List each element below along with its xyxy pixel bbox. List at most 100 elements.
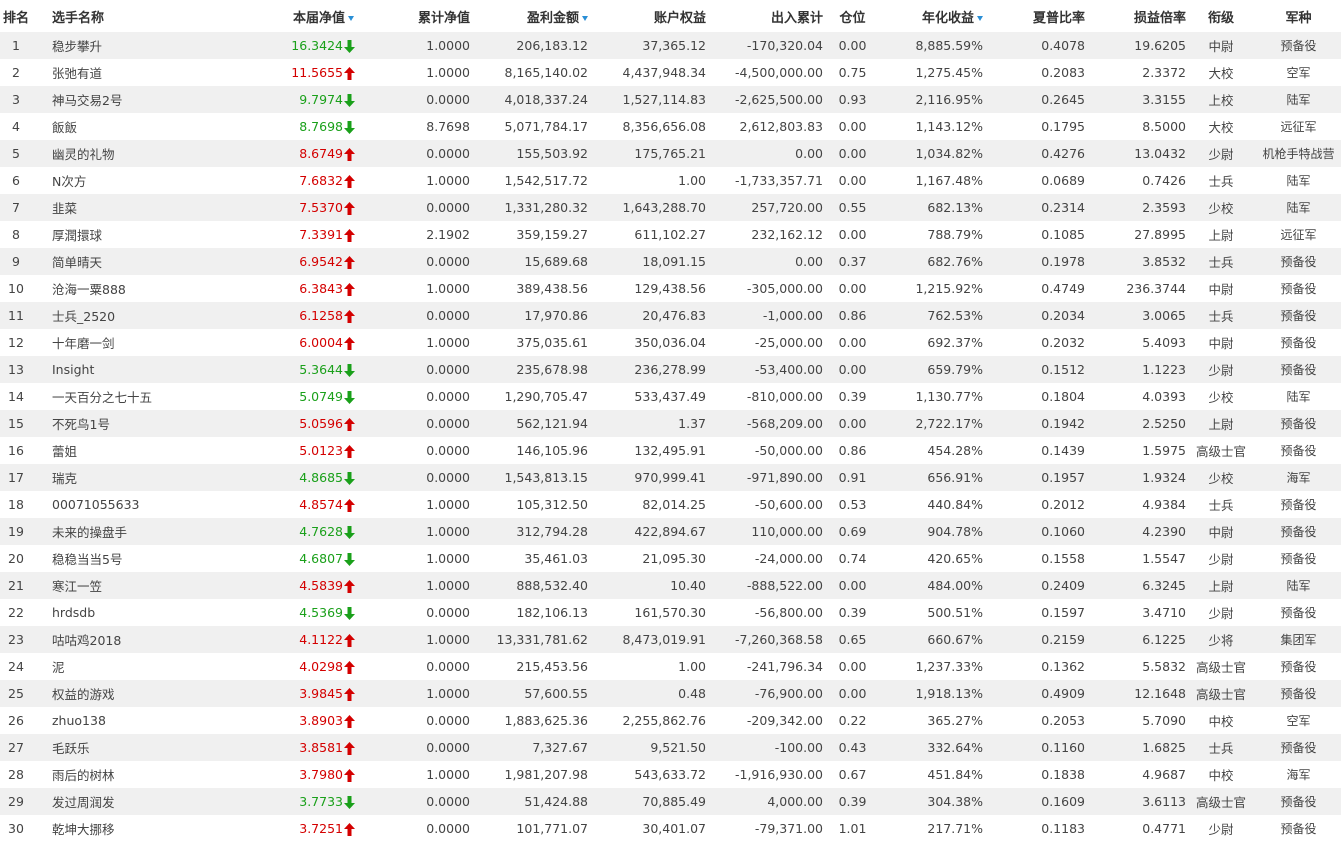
sort-desc-icon[interactable]	[977, 15, 983, 21]
table-row[interactable]: 16 蕾姐 5.0123 0.0000 146,105.96 132,495.91 -50,…	[0, 437, 1341, 464]
branch-cell: 预备役	[1280, 741, 1317, 755]
rank-cell: 25	[8, 686, 24, 701]
profit-cell: 1,331,280.32	[504, 200, 589, 215]
table-row[interactable]: 21 寒江一笠 4.5839 1.0000 888,532.40 10.40 -888,52…	[0, 572, 1341, 599]
weekly-nav-cell: 4.7628	[240, 518, 364, 545]
equity-cell: 132,495.91	[634, 443, 706, 458]
player-name-cell[interactable]: 稳步攀升	[32, 32, 240, 59]
table-row[interactable]: 5 幽灵的礼物 8.6749 0.0000 155,503.92 175,765.21 0.…	[0, 140, 1341, 167]
sharpe-cell: 0.2159	[1041, 632, 1085, 647]
player-name-cell[interactable]: 瑞克	[32, 464, 240, 491]
player-name-cell[interactable]: 00071055633	[32, 491, 240, 518]
table-row[interactable]: 19 未来的操盘手 4.7628 1.0000 312,794.28 422,894.67…	[0, 518, 1341, 545]
table-row[interactable]: 23 咕咕鸡2018 4.1122 1.0000 13,331,781.62 8,473,…	[0, 626, 1341, 653]
table-row[interactable]: 3 神马交易2号 9.7974 0.0000 4,018,337.24 1,527,114…	[0, 86, 1341, 113]
table-row[interactable]: 10 沧海一粟888 6.3843 1.0000 389,438.56 129,438.5…	[0, 275, 1341, 302]
pl-ratio-cell: 4.0393	[1142, 389, 1186, 404]
table-row[interactable]: 2 张弛有道 11.5655 1.0000 8,165,140.02 4,437,948.…	[0, 59, 1341, 86]
player-name-cell[interactable]: 乾坤大挪移	[32, 815, 240, 842]
table-row[interactable]: 9 简单晴天 6.9542 0.0000 15,689.68 18,091.15 0.00 0…	[0, 248, 1341, 275]
equity-cell: 533,437.49	[634, 389, 706, 404]
player-name-cell[interactable]: 雨后的树林	[32, 761, 240, 788]
player-name-cell[interactable]: 咕咕鸡2018	[32, 626, 240, 653]
table-row[interactable]: 11 士兵_2520 6.1258 0.0000 17,970.86 20,476.83 -…	[0, 302, 1341, 329]
table-row[interactable]: 26 zhuo138 3.8903 0.0000 1,883,625.36 2,255,8…	[0, 707, 1341, 734]
rank-title-cell: 士兵	[1208, 498, 1234, 513]
player-name-cell[interactable]: 沧海一粟888	[32, 275, 240, 302]
player-name-cell[interactable]: 泥	[32, 653, 240, 680]
player-name-cell[interactable]: Insight	[32, 356, 240, 383]
table-row[interactable]: 6 N次方 7.6832 1.0000 1,542,517.72 1.00 -1,733,3…	[0, 167, 1341, 194]
player-name-cell[interactable]: 幽灵的礼物	[32, 140, 240, 167]
player-name-cell[interactable]: hrdsdb	[32, 599, 240, 626]
header-position: 仓位	[839, 10, 866, 26]
player-name-cell[interactable]: 韭菜	[32, 194, 240, 221]
sort-desc-icon[interactable]	[582, 15, 588, 21]
pl-ratio-cell: 3.6113	[1142, 794, 1186, 809]
equity-cell: 4,437,948.34	[622, 65, 707, 80]
cumulative-nav-cell: 0.0000	[426, 308, 470, 323]
table-row[interactable]: 13 Insight 5.3644 0.0000 235,678.98 236,278.9…	[0, 356, 1341, 383]
player-name-cell[interactable]: 蕾姐	[32, 437, 240, 464]
table-row[interactable]: 28 雨后的树林 3.7980 1.0000 1,981,207.98 543,633.7…	[0, 761, 1341, 788]
in-out-cell: -79,371.00	[754, 821, 823, 836]
arrow-up-icon	[344, 742, 356, 755]
weekly-nav-value: 4.7628	[299, 524, 343, 539]
player-name-cell[interactable]: 发过周润发	[32, 788, 240, 815]
sort-desc-icon[interactable]	[348, 15, 354, 21]
weekly-nav-value: 3.8581	[299, 740, 343, 755]
in-out-cell: -568,209.00	[746, 416, 823, 431]
player-name-cell[interactable]: 十年磨一剑	[32, 329, 240, 356]
in-out-cell: -170,320.04	[746, 38, 823, 53]
header-weekly-nav[interactable]: 本届净值	[240, 0, 364, 32]
table-row[interactable]: 8 厚潤擐球 7.3391 2.1902 359,159.27 611,102.27 232…	[0, 221, 1341, 248]
header-annual-return[interactable]: 年化收益	[882, 0, 983, 32]
header-profit[interactable]: 盈利金额	[470, 0, 588, 32]
table-row[interactable]: 20 稳稳当当5号 4.6807 1.0000 35,461.03 21,095.30 -2…	[0, 545, 1341, 572]
player-name-cell[interactable]: 权益的游戏	[32, 680, 240, 707]
player-name-cell[interactable]: N次方	[32, 167, 240, 194]
player-name-cell[interactable]: 飯飯	[32, 113, 240, 140]
player-name-cell[interactable]: 厚潤擐球	[32, 221, 240, 248]
table-row[interactable]: 1 稳步攀升 16.3424 1.0000 206,183.12 37,365.12 -17…	[0, 32, 1341, 59]
position-cell: 0.22	[838, 713, 867, 728]
profit-cell: 312,794.28	[516, 524, 588, 539]
cumulative-nav-cell: 0.0000	[426, 740, 470, 755]
equity-cell: 30,401.07	[642, 821, 706, 836]
table-row[interactable]: 30 乾坤大挪移 3.7251 0.0000 101,771.07 30,401.07 -7…	[0, 815, 1341, 842]
sharpe-cell: 0.4078	[1041, 38, 1085, 53]
player-name-cell[interactable]: 稳稳当当5号	[32, 545, 240, 572]
player-name-cell[interactable]: 未来的操盘手	[32, 518, 240, 545]
position-cell: 0.67	[838, 767, 867, 782]
table-row[interactable]: 17 瑞克 4.8685 0.0000 1,543,813.15 970,999.41 -9…	[0, 464, 1341, 491]
weekly-nav-cell: 6.3843	[240, 275, 364, 302]
table-row[interactable]: 14 一天百分之七十五 5.0749 0.0000 1,290,705.47 533,43…	[0, 383, 1341, 410]
table-row[interactable]: 27 毛跃乐 3.8581 0.0000 7,327.67 9,521.50 -100.00…	[0, 734, 1341, 761]
table-row[interactable]: 18 00071055633 4.8574 1.0000 105,312.50 82,01…	[0, 491, 1341, 518]
player-name-cell[interactable]: 士兵_2520	[32, 302, 240, 329]
player-name-cell[interactable]: 简单晴天	[32, 248, 240, 275]
table-row[interactable]: 7 韭菜 7.5370 0.0000 1,331,280.32 1,643,288.70 2…	[0, 194, 1341, 221]
table-row[interactable]: 22 hrdsdb 4.5369 0.0000 182,106.13 161,570.30…	[0, 599, 1341, 626]
branch-cell: 陆军	[1286, 174, 1311, 188]
player-name-cell[interactable]: 张弛有道	[32, 59, 240, 86]
table-row[interactable]: 4 飯飯 8.7698 8.7698 5,071,784.17 8,356,656.08 2…	[0, 113, 1341, 140]
player-name-cell[interactable]: 一天百分之七十五	[32, 383, 240, 410]
rank-title-cell: 士兵	[1208, 174, 1234, 189]
table-row[interactable]: 24 泥 4.0298 0.0000 215,453.56 1.00 -241,796.34…	[0, 653, 1341, 680]
header-sharpe: 夏普比率	[1032, 10, 1085, 26]
branch-cell: 远征军	[1280, 120, 1317, 134]
player-name-cell[interactable]: 寒江一笠	[32, 572, 240, 599]
player-name-cell[interactable]: 毛跃乐	[32, 734, 240, 761]
player-name-cell[interactable]: zhuo138	[32, 707, 240, 734]
rank-cell: 5	[12, 146, 20, 161]
table-row[interactable]: 15 不死鸟1号 5.0596 0.0000 562,121.94 1.37 -568,20…	[0, 410, 1341, 437]
branch-cell: 预备役	[1280, 822, 1317, 836]
weekly-nav-cell: 16.3424	[240, 32, 364, 59]
player-name-cell[interactable]: 不死鸟1号	[32, 410, 240, 437]
sharpe-cell: 0.2083	[1041, 65, 1085, 80]
table-row[interactable]: 29 发过周润发 3.7733 0.0000 51,424.88 70,885.49 4,0…	[0, 788, 1341, 815]
table-row[interactable]: 25 权益的游戏 3.9845 1.0000 57,600.55 0.48 -76,900.…	[0, 680, 1341, 707]
player-name-cell[interactable]: 神马交易2号	[32, 86, 240, 113]
table-row[interactable]: 12 十年磨一剑 6.0004 1.0000 375,035.61 350,036.04 -…	[0, 329, 1341, 356]
